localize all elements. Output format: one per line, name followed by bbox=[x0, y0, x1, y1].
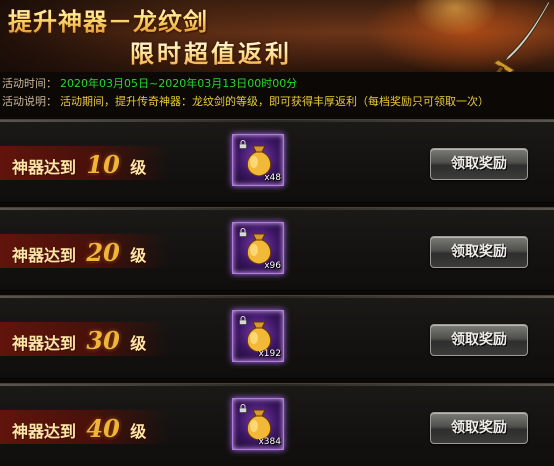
claim-reward-button[interactable]: 领取奖励 bbox=[430, 324, 528, 356]
item-quantity: x384 bbox=[258, 437, 281, 447]
event-time-label: 活动时间： bbox=[2, 77, 57, 90]
level-suffix: 级 bbox=[130, 422, 147, 441]
level-prefix: 神器达到 bbox=[12, 158, 77, 177]
sword-icon bbox=[493, 1, 551, 72]
level-number: 10 bbox=[86, 150, 120, 179]
claim-reward-button[interactable]: 领取奖励 bbox=[430, 148, 528, 180]
level-number: 30 bbox=[86, 326, 120, 355]
event-banner: 提升神器－龙纹剑 限时超值返利 bbox=[0, 0, 554, 72]
event-time-row: 活动时间： 2020年03月05日~2020年03月13日00时00分 bbox=[0, 75, 297, 92]
level-number: 40 bbox=[86, 414, 120, 443]
level-requirement: 神器达到 20 级 bbox=[12, 238, 146, 268]
item-quantity: x48 bbox=[264, 173, 281, 183]
reward-item-slot[interactable]: x384 bbox=[232, 398, 284, 450]
level-prefix: 神器达到 bbox=[12, 422, 77, 441]
level-number: 20 bbox=[86, 238, 120, 267]
level-requirement: 神器达到 10 级 bbox=[12, 150, 146, 180]
reward-item-slot[interactable]: x48 bbox=[232, 134, 284, 186]
level-prefix: 神器达到 bbox=[12, 246, 77, 265]
level-requirement: 神器达到 30 级 bbox=[12, 326, 146, 356]
reward-item-slot[interactable]: x96 bbox=[232, 222, 284, 274]
reward-tier-row: 神器达到 20 级 x96 领取奖励 bbox=[0, 207, 554, 291]
item-quantity: x96 bbox=[264, 261, 281, 271]
level-prefix: 神器达到 bbox=[12, 334, 77, 353]
level-suffix: 级 bbox=[130, 158, 147, 177]
event-desc-row: 活动说明： 活动期间，提升传奇神器：龙纹剑的等级，即可获得丰厚返利（每档奖励只可领… bbox=[0, 93, 489, 110]
reward-item-slot[interactable]: x192 bbox=[232, 310, 284, 362]
banner-subtitle: 限时超值返利 bbox=[130, 34, 292, 69]
item-quantity: x192 bbox=[258, 349, 281, 359]
level-suffix: 级 bbox=[130, 334, 147, 353]
level-suffix: 级 bbox=[130, 246, 147, 265]
reward-tier-row: 神器达到 40 级 x384 领取奖励 bbox=[0, 383, 554, 466]
event-time-value: 2020年03月05日~2020年03月13日00时00分 bbox=[60, 77, 298, 90]
lock-icon bbox=[239, 140, 247, 149]
claim-reward-button[interactable]: 领取奖励 bbox=[430, 236, 528, 268]
event-desc-label: 活动说明： bbox=[2, 95, 57, 108]
lock-icon bbox=[239, 228, 247, 237]
lock-icon bbox=[239, 404, 247, 413]
banner-title: 提升神器－龙纹剑 bbox=[8, 2, 208, 37]
claim-reward-button[interactable]: 领取奖励 bbox=[430, 412, 528, 444]
lock-icon bbox=[239, 316, 247, 325]
reward-tier-row: 神器达到 10 级 x48 领取奖励 bbox=[0, 119, 554, 203]
reward-list: 神器达到 10 级 x48 领取奖励 神器达到 20 级 x96 领取奖励 神器… bbox=[0, 119, 554, 466]
level-requirement: 神器达到 40 级 bbox=[12, 414, 146, 444]
event-desc-value: 活动期间，提升传奇神器：龙纹剑的等级，即可获得丰厚返利（每档奖励只可领取一次） bbox=[60, 95, 489, 108]
reward-tier-row: 神器达到 30 级 x192 领取奖励 bbox=[0, 295, 554, 379]
